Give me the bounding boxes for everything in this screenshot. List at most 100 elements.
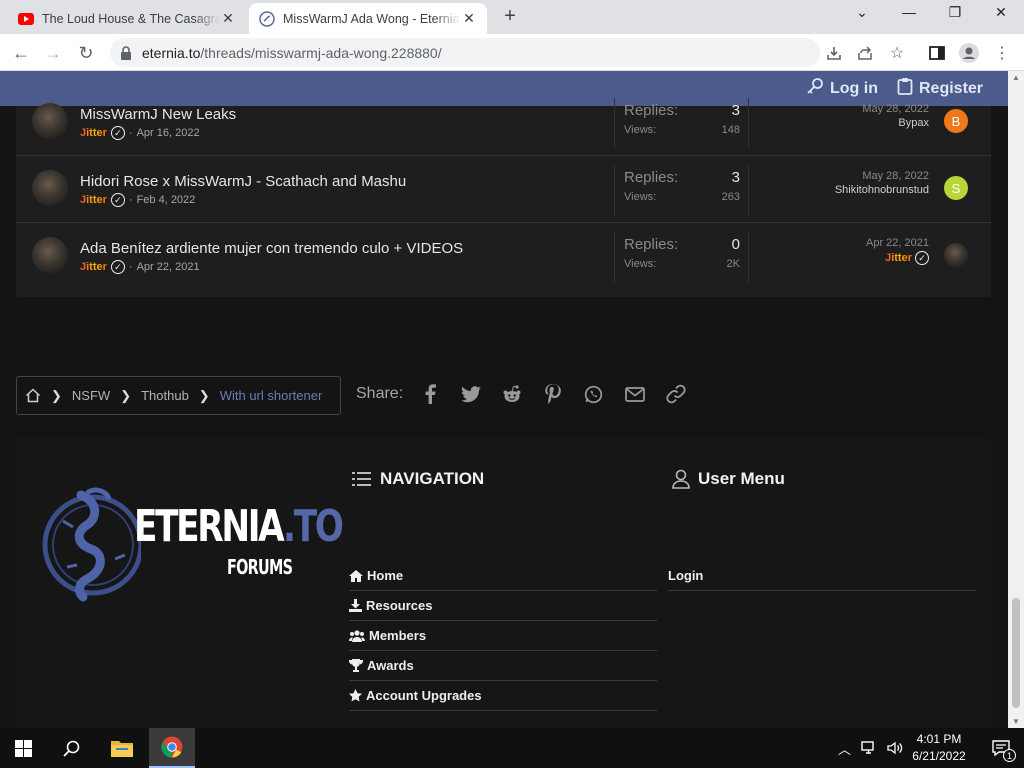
avatar[interactable]: [32, 103, 68, 139]
reddit-icon[interactable]: [491, 385, 532, 403]
back-button[interactable]: ←: [9, 41, 33, 65]
nav-awards-label: Awards: [367, 658, 414, 673]
chrome-menu-icon[interactable]: ⋮: [990, 41, 1014, 65]
thread-title[interactable]: Hidori Rose x MissWarmJ - Scathach and M…: [80, 173, 406, 190]
new-tab-button[interactable]: +: [498, 5, 522, 28]
last-post-user[interactable]: Shikitohnobrunstud: [835, 184, 929, 196]
browser-toolbar: ← → ↻ eternia.to/threads/misswarmj-ada-w…: [0, 34, 1024, 71]
search-icon[interactable]: [48, 728, 94, 768]
whatsapp-icon[interactable]: [573, 385, 614, 404]
scroll-down-icon[interactable]: ▼: [1012, 717, 1020, 726]
tab-search-icon[interactable]: ⌄: [847, 4, 877, 21]
eternia-logo[interactable]: ETERNIA.TO FORUMS: [41, 475, 344, 615]
twitter-icon[interactable]: [450, 385, 491, 403]
notifications-icon[interactable]: 1: [978, 728, 1024, 768]
facebook-icon[interactable]: [409, 384, 450, 404]
bookmark-star-icon[interactable]: ☆: [885, 41, 909, 65]
minimize-button[interactable]: —: [894, 4, 924, 20]
replies-label: Replies:: [624, 169, 679, 186]
thread-author[interactable]: Jitter: [80, 127, 107, 139]
link-icon[interactable]: [655, 384, 696, 404]
profile-avatar-icon[interactable]: [957, 41, 981, 65]
restore-button[interactable]: ❐: [940, 4, 970, 21]
address-bar[interactable]: eternia.to/threads/misswarmj-ada-wong.22…: [110, 38, 820, 67]
list-icon: [352, 471, 372, 487]
close-window-button[interactable]: ✕: [986, 4, 1016, 21]
star-icon: [349, 689, 362, 702]
install-app-icon[interactable]: [822, 41, 846, 65]
nav-awards[interactable]: Awards: [349, 651, 657, 681]
last-poster-avatar[interactable]: S: [944, 176, 968, 200]
last-post-user[interactable]: Bypax: [862, 117, 929, 129]
user-menu-login[interactable]: Login: [668, 561, 976, 591]
thread-date[interactable]: Apr 16, 2022: [137, 127, 200, 139]
thread-stats: Replies: 3 Views: 263: [614, 165, 749, 215]
forward-button[interactable]: →: [41, 41, 65, 65]
home-icon[interactable]: [25, 388, 41, 403]
nav-account-upgrades[interactable]: Account Upgrades: [349, 681, 657, 711]
user-menu-login-label: Login: [668, 568, 704, 583]
last-post-date[interactable]: May 28, 2022: [862, 103, 929, 115]
breadcrumb-thothub[interactable]: Thothub: [141, 388, 189, 403]
last-post: May 28, 2022 Bypax: [862, 103, 929, 129]
trophy-icon: [349, 659, 363, 672]
last-poster-avatar[interactable]: [944, 243, 968, 267]
chrome-icon[interactable]: [149, 728, 195, 768]
pinterest-icon[interactable]: [532, 384, 573, 404]
thread-date[interactable]: Feb 4, 2022: [137, 194, 196, 206]
side-panel-icon[interactable]: [925, 41, 949, 65]
last-post-date[interactable]: Apr 22, 2021: [866, 237, 929, 249]
email-icon[interactable]: [614, 386, 655, 402]
taskbar-clock[interactable]: 4:01 PM 6/21/2022: [900, 731, 978, 765]
tab-loud-house[interactable]: The Loud House & The Casagrandes ✕: [8, 3, 246, 34]
thread-author[interactable]: Jitter: [80, 261, 107, 273]
thread-author[interactable]: Jitter: [80, 194, 107, 206]
scroll-up-icon[interactable]: ▲: [1012, 73, 1020, 82]
chevron-up-icon[interactable]: ︿: [838, 739, 851, 758]
last-post: Apr 22, 2021 Jitter ✓: [866, 237, 929, 265]
thread-title[interactable]: MissWarmJ New Leaks: [80, 106, 236, 123]
thread-row: Ada Benítez ardiente mujer con tremendo …: [16, 223, 991, 290]
share-label: Share:: [356, 385, 404, 402]
network-icon[interactable]: [861, 741, 877, 755]
last-post: May 28, 2022 Shikitohnobrunstud: [835, 170, 929, 196]
nav-resources[interactable]: Resources: [349, 591, 657, 621]
thread-meta: Jitter ✓ · Feb 4, 2022: [80, 193, 196, 207]
reload-button[interactable]: ↻: [74, 41, 98, 65]
logo-tld: .TO: [283, 501, 344, 552]
views-count: 2K: [726, 258, 740, 270]
close-tab-icon[interactable]: ✕: [220, 10, 236, 27]
last-poster-avatar[interactable]: B: [944, 109, 968, 133]
tab-misswarmj[interactable]: MissWarmJ Ada Wong - Eternia ✕: [249, 3, 487, 34]
nav-home[interactable]: Home: [349, 561, 657, 591]
thread-date[interactable]: Apr 22, 2021: [137, 261, 200, 273]
user-icon: [672, 469, 690, 489]
file-explorer-icon[interactable]: [99, 728, 145, 768]
replies-label: Replies:: [624, 102, 679, 119]
last-post-date[interactable]: May 28, 2022: [835, 170, 929, 182]
close-tab-icon[interactable]: ✕: [461, 10, 477, 27]
navigation-heading: NAVIGATION: [352, 469, 484, 489]
nav-resources-label: Resources: [366, 598, 433, 613]
chevron-right-icon: ❯: [51, 387, 62, 403]
eternia-favicon-icon: [259, 10, 275, 27]
avatar[interactable]: [32, 170, 68, 206]
scrollbar-thumb[interactable]: [1012, 598, 1020, 708]
avatar[interactable]: [32, 237, 68, 273]
verified-icon: ✓: [915, 251, 929, 265]
nav-home-label: Home: [367, 568, 404, 583]
nav-members[interactable]: Members: [349, 621, 657, 651]
nav-members-label: Members: [369, 628, 427, 643]
last-post-user-wrap: Jitter ✓: [866, 251, 929, 265]
breadcrumb-nsfw[interactable]: NSFW: [72, 388, 110, 403]
thread-title[interactable]: Ada Benítez ardiente mujer con tremendo …: [80, 240, 463, 257]
chevron-right-icon: ❯: [120, 387, 132, 403]
replies-count: 3: [731, 169, 740, 186]
breadcrumb-current[interactable]: With url shortener: [220, 388, 323, 403]
share-page-icon[interactable]: [853, 41, 877, 65]
last-post-user[interactable]: Jitter: [885, 252, 912, 264]
page-scrollbar[interactable]: ▲ ▼: [1008, 71, 1024, 728]
verified-icon: ✓: [110, 193, 125, 207]
windows-start-icon[interactable]: [0, 728, 46, 768]
notification-count: 1: [1003, 749, 1016, 762]
